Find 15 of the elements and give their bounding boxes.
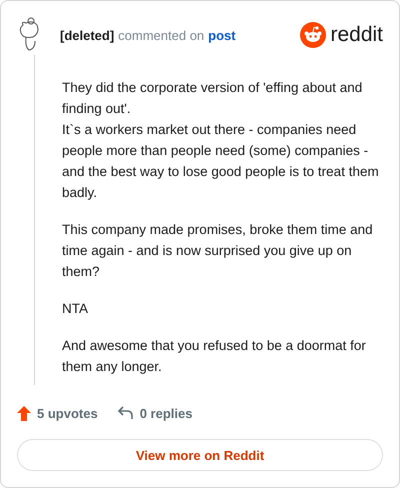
comment-paragraph: NTA — [62, 300, 89, 318]
upvote-count: 5 upvotes — [37, 406, 98, 420]
comment-paragraph: And awesome that you refused to be a doormat for them any longer. — [62, 337, 367, 376]
avatar-icon — [17, 17, 41, 53]
upvote-arrow-icon — [17, 406, 31, 420]
action-text: commented on — [118, 28, 204, 42]
comment-paragraph: They did the corporate version of 'effing about and finding out'. It`s a workers market out there - companies need people more than people need (some) companies - and the best way to lose good people is to treat them badly. — [62, 79, 380, 202]
view-more-button[interactable]: View more on Reddit — [17, 439, 383, 471]
post-link[interactable]: post — [208, 28, 236, 42]
comment-paragraph: This company made promises, broke them time and time again - and is now surprised you give up on them? — [62, 221, 374, 281]
brand-name: reddit — [330, 23, 383, 47]
author-name: [deleted] — [60, 28, 114, 42]
reply-arrow-icon — [118, 406, 134, 420]
alien-logo-icon — [300, 22, 326, 48]
reply-count: 0 replies — [140, 406, 192, 420]
